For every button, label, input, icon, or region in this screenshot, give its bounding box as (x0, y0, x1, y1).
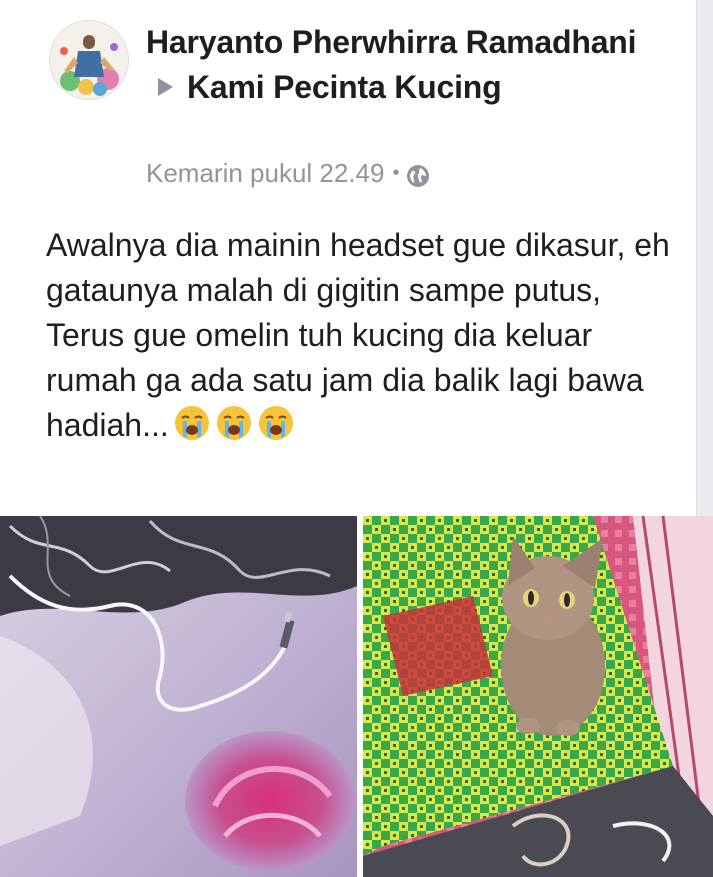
post-header: Haryanto Pherwhirra Ramadhani Kami Pecint… (146, 20, 666, 110)
avatar-illustration (50, 21, 128, 99)
loudly-crying-face-icon (215, 404, 253, 442)
avatar[interactable] (49, 20, 129, 100)
author-name-link[interactable]: Haryanto Pherwhirra Ramadhani (146, 24, 637, 60)
meta-separator: • (392, 162, 400, 184)
post-text-line: Awalnya dia mainin headset gue dikasur, … (46, 227, 670, 308)
share-arrow-icon (158, 78, 173, 96)
globe-icon[interactable] (406, 161, 430, 187)
post-body: Awalnya dia mainin headset gue dikasur, … (46, 223, 686, 448)
cat-photo[interactable] (363, 516, 713, 877)
post-text-line: Terus gue omelin tuh kucing dia keluar r… (46, 317, 644, 443)
loudly-crying-face-icon (257, 404, 295, 442)
loudly-crying-face-icon (173, 404, 211, 442)
post-meta: Kemarin pukul 22.49 • (146, 155, 430, 191)
group-name-link[interactable]: Kami Pecinta Kucing (187, 69, 502, 105)
post-timestamp[interactable]: Kemarin pukul 22.49 (146, 155, 384, 191)
broken-headset-photo[interactable] (0, 516, 357, 877)
